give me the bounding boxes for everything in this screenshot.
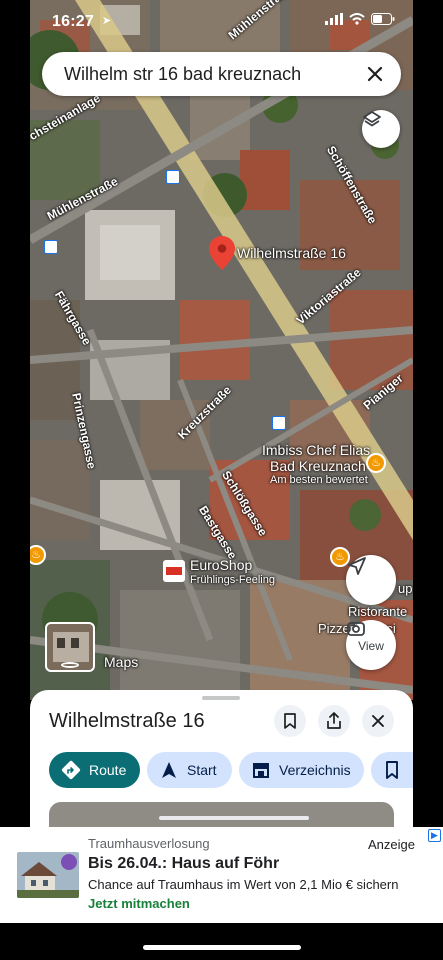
street-view-thumbnail[interactable] [45, 622, 95, 672]
start-button[interactable]: Start [147, 752, 232, 788]
route-button[interactable]: Route [49, 752, 140, 788]
transit-icon[interactable] [272, 416, 286, 430]
phone-screen: chsteinanlage Mühlenstraße Mühlenstraße … [0, 0, 443, 960]
bookmark-icon [284, 713, 296, 729]
search-bar[interactable]: Wilhelm str 16 bad kreuznach [42, 52, 401, 96]
navigation-arrow-icon [348, 557, 366, 575]
pin-label: Wilhelmstraße 16 [237, 245, 346, 261]
navigation-icon [162, 762, 176, 778]
poi-imbiss-name-1[interactable]: Imbiss Chef Elias [262, 442, 370, 458]
store-icon [253, 763, 269, 778]
share-button[interactable] [318, 705, 350, 737]
location-arrow-icon: ➤ [102, 15, 112, 27]
poi-cup: up [398, 581, 413, 596]
status-time: 16:27 [52, 13, 94, 30]
euroshop-icon[interactable] [163, 560, 185, 582]
ad-badge: Anzeige [368, 837, 415, 852]
ad-banner[interactable]: Traumhausverlosung Anzeige ▶ Bis 26.04.:… [0, 827, 443, 923]
place-title: Wilhelmstraße 16 [49, 710, 205, 732]
maps-logo: Maps [104, 654, 139, 670]
search-input[interactable]: Wilhelm str 16 bad kreuznach [64, 64, 301, 85]
satellite-map[interactable]: chsteinanlage Mühlenstraße Mühlenstraße … [30, 0, 413, 700]
poi-imbiss-name-2: Bad Kreuznach [270, 458, 366, 474]
sheet-grabber[interactable] [202, 696, 240, 700]
transit-icon[interactable] [44, 240, 58, 254]
directory-button[interactable]: Verzeichnis [239, 752, 364, 788]
ad-cta-link[interactable]: Jetzt mitmachen [88, 896, 190, 911]
poi-imbiss-sub: Am besten bewertet [270, 474, 368, 486]
ad-description: Chance auf Traumhaus im Wert von 2,1 Mio… [88, 877, 399, 892]
route-label: Route [89, 762, 127, 778]
home-indicator[interactable] [143, 945, 301, 950]
camera-lens-icon [347, 622, 365, 636]
close-icon [372, 715, 384, 727]
view-button[interactable]: View [346, 620, 396, 670]
save-chip-button[interactable] [371, 752, 413, 788]
layers-button[interactable] [362, 110, 400, 148]
directory-label: Verzeichnis [279, 762, 351, 778]
ad-image [17, 852, 79, 898]
ad-title[interactable]: Bis 26.04.: Haus auf Föhr [88, 855, 279, 873]
bookmark-icon [386, 761, 398, 779]
place-photo-preview[interactable] [49, 802, 394, 830]
close-icon[interactable] [363, 62, 387, 86]
adchoices-icon[interactable]: ▶ [428, 829, 441, 842]
directions-icon [61, 760, 81, 780]
pin-icon [209, 236, 235, 270]
view-label: View [358, 638, 384, 653]
my-location-button[interactable] [346, 555, 396, 605]
save-button[interactable] [274, 705, 306, 737]
wifi-icon [349, 13, 365, 25]
status-icons [325, 13, 395, 25]
signal-icon [325, 13, 343, 25]
poi-euroshop-name[interactable]: EuroShop [190, 557, 252, 573]
battery-icon [371, 13, 395, 25]
ad-house-image [17, 852, 79, 898]
close-sheet-button[interactable] [362, 705, 394, 737]
start-label: Start [187, 762, 217, 778]
place-sheet[interactable]: Wilhelmstraße 16 Route Start Verzeichnis [30, 690, 413, 830]
street-view-icon [61, 662, 79, 668]
poi-euroshop-sub: Frühlings-Feeling [190, 574, 275, 586]
ad-source: Traumhausverlosung [88, 836, 210, 851]
restaurant-icon[interactable]: ♨ [366, 453, 386, 473]
location-pin[interactable] [209, 236, 235, 270]
share-icon [327, 712, 341, 729]
transit-icon[interactable] [166, 170, 180, 184]
status-bar: 16:27 ➤ [30, 0, 413, 44]
layers-icon [363, 111, 381, 127]
poi-ristorante[interactable]: Ristorante [348, 604, 407, 619]
